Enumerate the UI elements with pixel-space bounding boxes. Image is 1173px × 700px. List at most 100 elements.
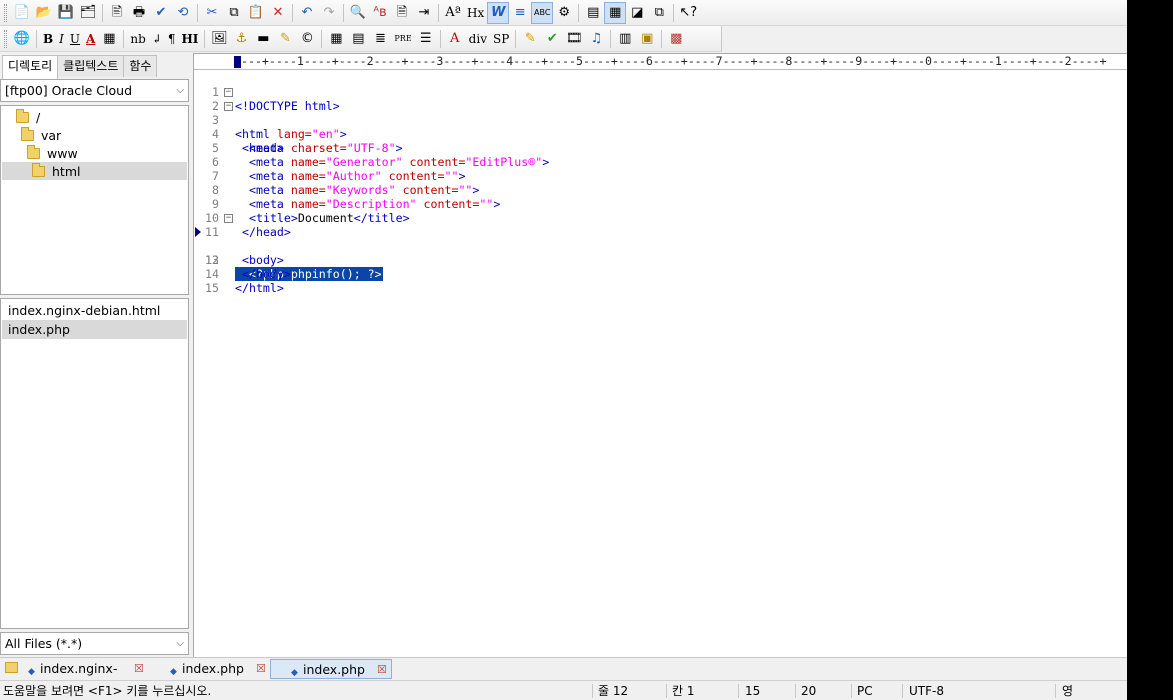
replace-icon[interactable]: ᴬʙ	[369, 2, 391, 24]
fold-toggle[interactable]: −	[224, 214, 233, 223]
color-palette-icon[interactable]: ▦	[98, 28, 120, 50]
form-icon[interactable]: ▤	[347, 28, 369, 50]
image-icon[interactable]: 🖼	[208, 28, 230, 50]
highlight-icon[interactable]: ✎	[274, 28, 296, 50]
music-icon[interactable]: ♫	[585, 28, 607, 50]
code-line[interactable]: 10 </head>	[194, 197, 1127, 239]
close-icon[interactable]: ☒	[377, 660, 387, 679]
find-icon[interactable]: 🔍	[347, 2, 369, 24]
hx-icon[interactable]: Hx	[464, 2, 487, 24]
doc-tab-active[interactable]: ◆ index.php ☒	[270, 659, 392, 679]
help-icon[interactable]: ↖?	[677, 2, 699, 24]
copy-icon[interactable]: ⧉	[223, 2, 245, 24]
file-item[interactable]: index.php	[2, 320, 187, 339]
code-line[interactable]: 9 <title>Document</title>	[194, 183, 1127, 225]
heading-button[interactable]: HI	[178, 28, 201, 50]
code-line[interactable]: 11 − <body>	[194, 211, 1127, 268]
directory-tree[interactable]: / var www html	[0, 105, 189, 295]
code-line-current[interactable]: 12 <?php phpinfo(); ?>	[194, 225, 1127, 281]
ftp-site-select[interactable]: [ftp00] Oracle Cloud ⌵	[0, 79, 189, 102]
close-icon[interactable]: ☒	[134, 659, 144, 678]
file-filter-select[interactable]: All Files (*.*) ⌵	[0, 632, 189, 655]
reload-icon[interactable]: ⟲	[172, 2, 194, 24]
anchor-icon[interactable]: ⚓	[230, 28, 252, 50]
italic-button[interactable]: I	[56, 28, 67, 50]
globe-icon[interactable]: 🌐	[11, 28, 33, 50]
nbsp-button[interactable]: nb	[127, 28, 148, 50]
horizontal-rule-icon[interactable]: ▬	[252, 28, 274, 50]
status-encoding[interactable]: UTF-8	[909, 681, 944, 700]
font-dialog-icon[interactable]: A	[444, 28, 466, 50]
line-number-icon[interactable]: ≡	[509, 2, 531, 24]
font-color-button[interactable]: A	[83, 28, 98, 50]
list-icon[interactable]: ☰	[415, 28, 437, 50]
code-line[interactable]: 13 </body>	[194, 239, 1127, 281]
toolbar-grip[interactable]	[4, 3, 7, 22]
toolbar-grip[interactable]	[4, 29, 7, 48]
delete-icon[interactable]: ✕	[267, 2, 289, 24]
file-item[interactable]: index.nginx-debian.html	[2, 301, 187, 320]
browser-icon[interactable]: ⧉	[648, 2, 670, 24]
settings-icon[interactable]: ⚙	[553, 2, 575, 24]
tree-item-www[interactable]: www	[27, 144, 186, 162]
font-icon[interactable]: Aª	[442, 2, 464, 24]
status-eol[interactable]: PC	[857, 681, 873, 700]
film-icon[interactable]: 🎞	[563, 28, 585, 50]
word-wrap-icon[interactable]: W	[487, 1, 510, 24]
code-line[interactable]: 15	[194, 267, 1127, 295]
save-icon[interactable]: 💾	[55, 2, 77, 24]
cut-icon[interactable]: ✂	[201, 2, 223, 24]
print-icon[interactable]: 🖶	[128, 2, 150, 24]
code-editor[interactable]: ----+----1----+----2----+----3----+----4…	[193, 53, 1127, 657]
code-line[interactable]: 3 − <head>	[194, 99, 1127, 156]
tree-item-root[interactable]: /	[16, 108, 186, 126]
copyright-icon[interactable]: ©	[296, 28, 318, 50]
goto-icon[interactable]: ⇥	[413, 2, 435, 24]
check-icon[interactable]: ✔	[541, 28, 563, 50]
code-line[interactable]: 6 <meta name="Author" content="">	[194, 141, 1127, 183]
clip-icon[interactable]: ◪	[626, 2, 648, 24]
span-button[interactable]: SP	[490, 28, 512, 50]
spellcheck-icon[interactable]: ✔	[150, 2, 172, 24]
print-preview-icon[interactable]: 🖹	[106, 2, 128, 24]
frame-icon[interactable]: ▥	[614, 28, 636, 50]
code-line[interactable]: 4 <meta charset="UTF-8">	[194, 113, 1127, 155]
underline-button[interactable]: U	[67, 28, 83, 50]
br-button[interactable]: ↲	[149, 28, 165, 50]
color-picker-icon[interactable]: ▩	[665, 28, 687, 50]
edit-icon[interactable]: ✎	[519, 28, 541, 50]
folder-icon[interactable]	[5, 662, 18, 673]
find-in-files-icon[interactable]: 🗎	[391, 2, 413, 24]
code-line[interactable]: 14 </html>	[194, 253, 1127, 295]
redo-icon[interactable]: ↷	[318, 2, 340, 24]
save-all-icon[interactable]: 🗂	[77, 2, 99, 24]
div-button[interactable]: div	[466, 28, 490, 50]
code-line[interactable]: 1 <!DOCTYPE html>	[194, 71, 1127, 113]
open-file-icon[interactable]: 📂	[33, 2, 55, 24]
table-icon[interactable]: ▦	[325, 28, 347, 50]
center-icon[interactable]: ≣	[369, 28, 391, 50]
window-icon[interactable]: ▣	[636, 28, 658, 50]
new-file-icon[interactable]: 📄	[11, 2, 33, 24]
code-line[interactable]: 5 <meta name="Generator" content="EditPl…	[194, 127, 1127, 169]
doc-tab[interactable]: ◆ index.nginx-debia ☒	[18, 659, 146, 695]
dir-window-icon[interactable]: ▤	[582, 2, 604, 24]
undo-icon[interactable]: ↶	[296, 2, 318, 24]
close-icon[interactable]: ☒	[256, 659, 266, 678]
bold-button[interactable]: B	[40, 28, 56, 50]
output-window-icon[interactable]: ▦	[604, 1, 627, 24]
file-list[interactable]: index.nginx-debian.html index.php	[0, 298, 189, 629]
doc-tab[interactable]: ◆ index.php ☒	[160, 659, 268, 679]
fold-toggle[interactable]: −	[224, 88, 233, 97]
paste-icon[interactable]: 📋	[245, 2, 267, 24]
tab-cliptext[interactable]: 클립텍스트	[57, 55, 125, 77]
tab-functions[interactable]: 함수	[123, 55, 158, 77]
tab-directory[interactable]: 디렉토리	[2, 55, 59, 79]
code-line[interactable]: 2 − <html lang="en">	[194, 85, 1127, 142]
code-line[interactable]: 8 <meta name="Description" content="">	[194, 169, 1127, 211]
fold-toggle[interactable]: −	[224, 102, 233, 111]
paragraph-button[interactable]: ¶	[165, 28, 179, 50]
tree-item-var[interactable]: var	[21, 126, 186, 144]
tree-item-html[interactable]: html	[2, 162, 187, 180]
code-line[interactable]: 7 <meta name="Keywords" content="">	[194, 155, 1127, 197]
